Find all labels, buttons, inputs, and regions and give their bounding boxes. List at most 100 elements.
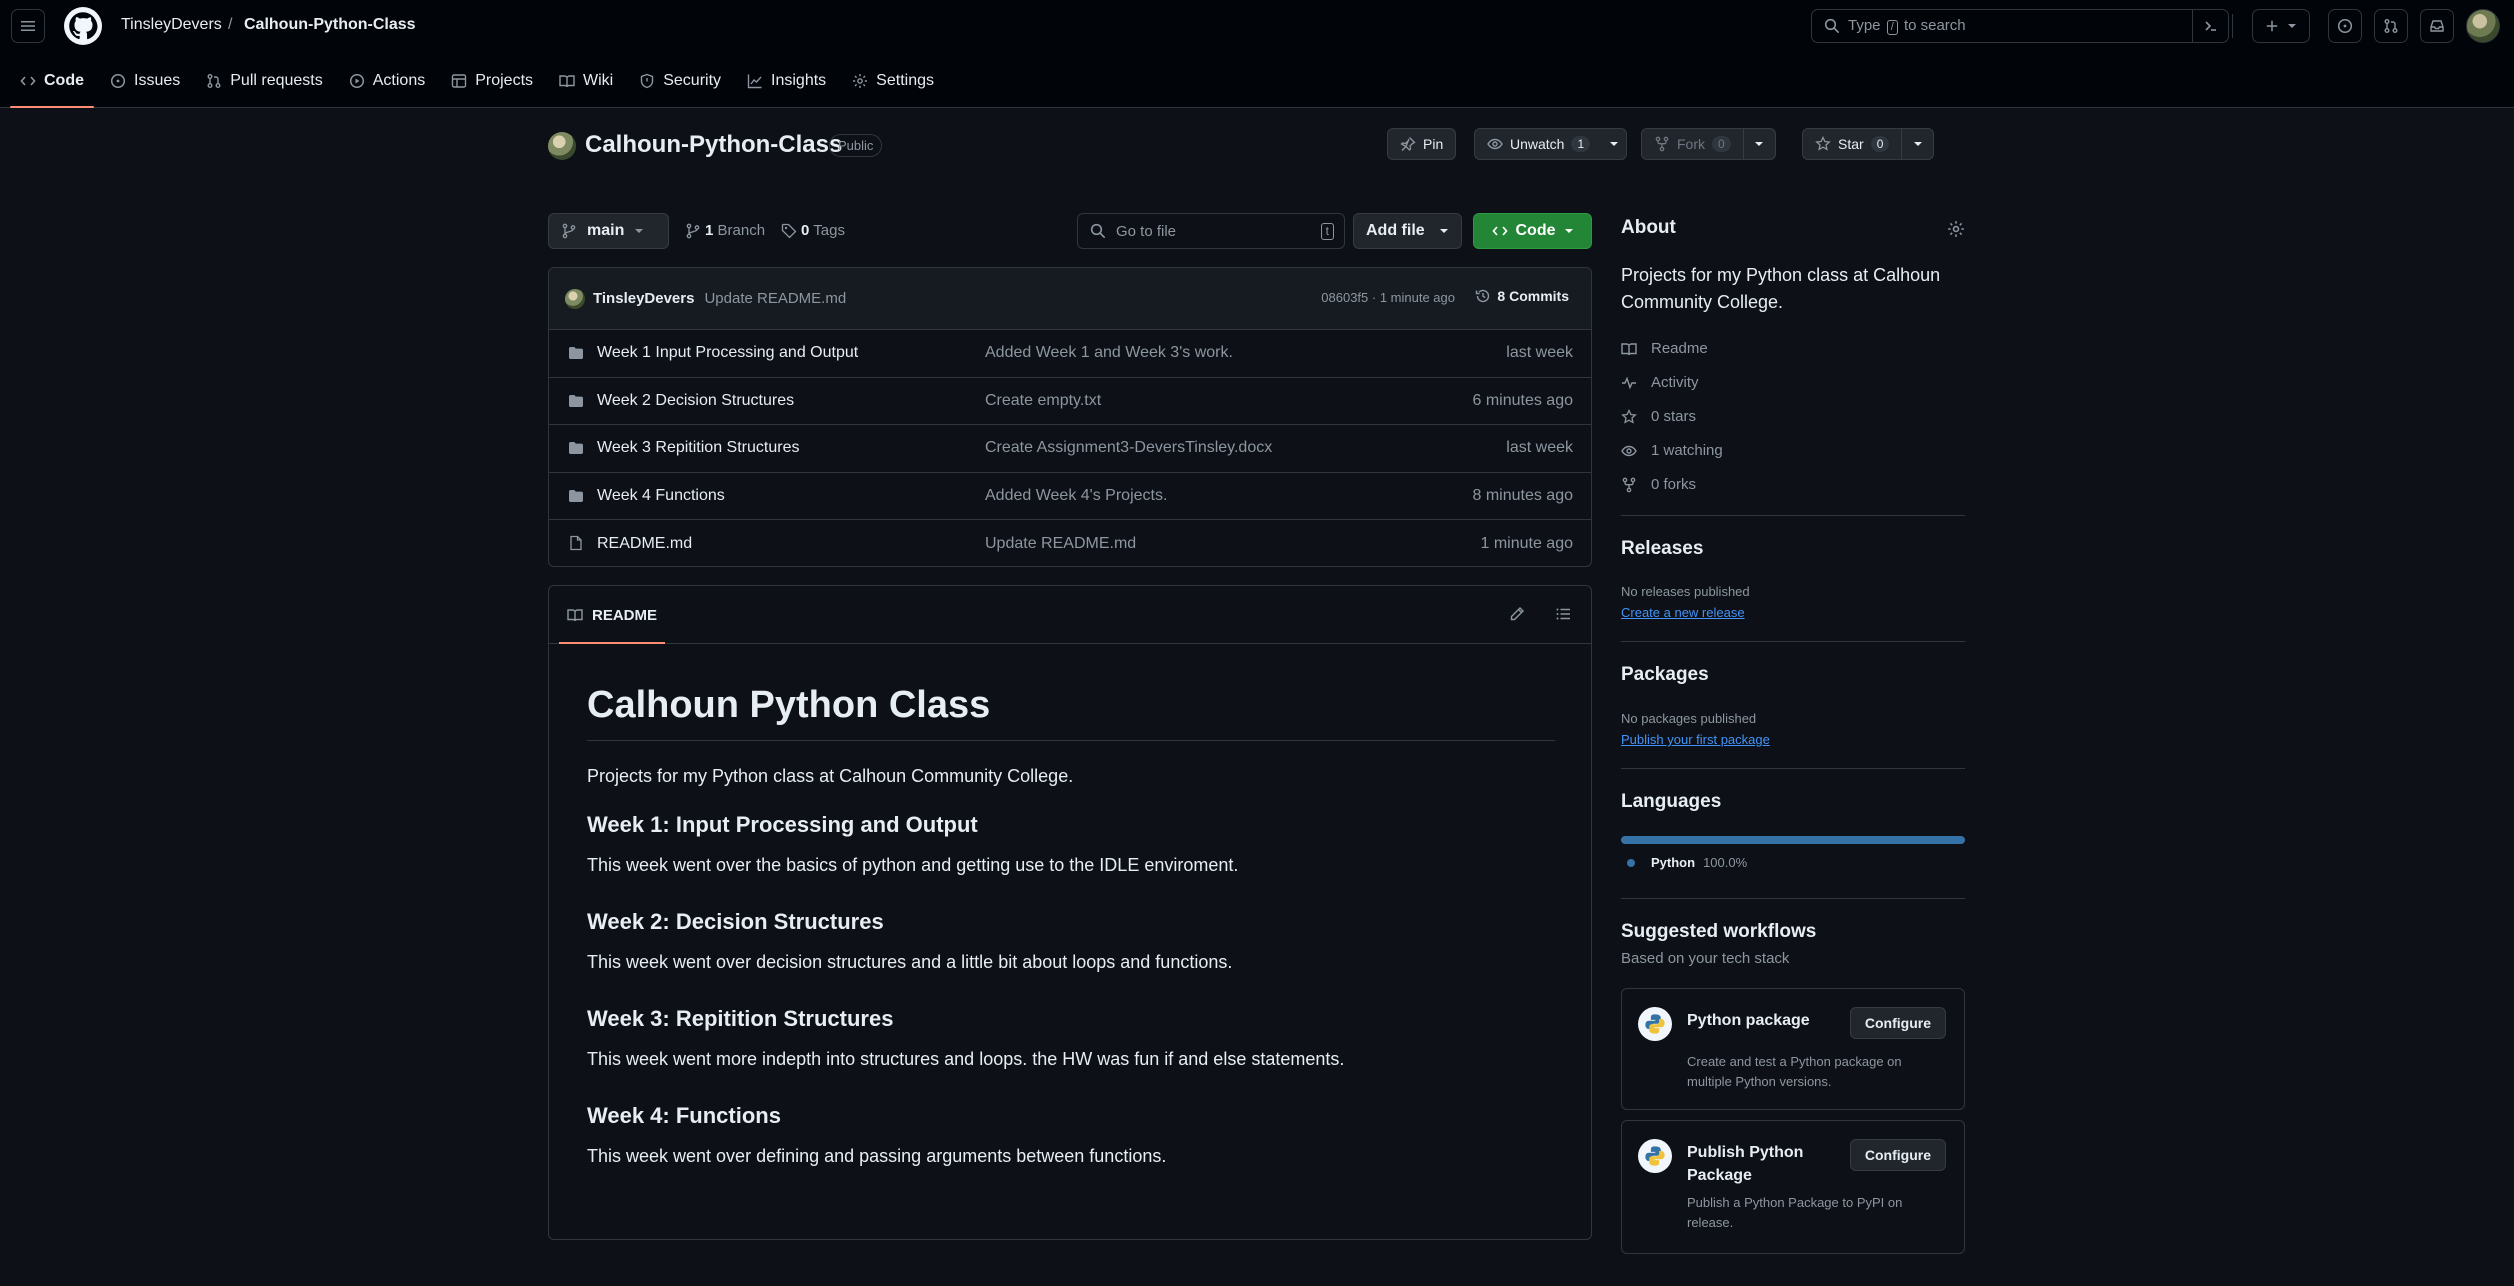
tab-pull-requests-label: Pull requests	[230, 72, 323, 89]
star-list-dropdown[interactable]	[1901, 129, 1933, 159]
file-name-link[interactable]: README.md	[597, 535, 692, 553]
pencil-icon[interactable]	[1509, 606, 1525, 622]
file-name-link[interactable]: Week 4 Functions	[597, 487, 725, 505]
fork-dropdown[interactable]	[1742, 129, 1775, 159]
readme-section-heading: Week 3: Repitition Structures	[587, 1006, 894, 1031]
file-row[interactable]: Week 3 Repitition Structures Create Assig…	[549, 425, 1591, 473]
packages-heading[interactable]: Packages	[1621, 664, 1709, 686]
breadcrumb-repo-link[interactable]: Calhoun-Python-Class	[244, 16, 416, 34]
commits-history-link[interactable]: 8 Commits	[1475, 288, 1569, 304]
readme-link[interactable]: Readme	[1621, 340, 1708, 357]
readme-header: README	[549, 586, 1591, 644]
chevron-down-icon	[1564, 229, 1573, 233]
tags-link[interactable]: 0 Tags	[801, 222, 845, 239]
create-release-link[interactable]: Create a new release	[1621, 605, 1745, 620]
go-to-file-input[interactable]: Go to file t	[1077, 213, 1345, 249]
activity-link[interactable]: Activity	[1621, 374, 1699, 391]
stars-link[interactable]: 0 stars	[1621, 408, 1696, 425]
repo-owner-avatar[interactable]	[548, 132, 576, 160]
file-row-icon	[568, 440, 584, 456]
star-button[interactable]: Star 0	[1802, 128, 1935, 160]
branches-link[interactable]: 1 Branch	[705, 222, 765, 239]
tab-settings[interactable]: Settings	[842, 62, 944, 100]
pin-icon	[1400, 137, 1416, 151]
inbox-icon	[2430, 20, 2444, 32]
issue-opened-icon	[2337, 18, 2353, 34]
git-branch-icon	[686, 223, 700, 238]
tab-actions[interactable]: Actions	[339, 62, 435, 100]
commit-hash-time[interactable]: 08603f5 · 1 minute ago	[1321, 290, 1455, 305]
fork-icon	[1655, 136, 1669, 152]
eye-icon	[1487, 138, 1503, 150]
language-legend-item[interactable]: Python 100.0%	[1627, 855, 1747, 870]
create-new-button[interactable]	[2252, 9, 2310, 43]
hamburger-menu-button[interactable]	[11, 9, 45, 43]
branch-selector[interactable]: main	[548, 213, 669, 249]
file-row[interactable]: Week 2 Decision Structures Create empty.t…	[549, 378, 1591, 426]
commit-author-avatar[interactable]	[565, 288, 585, 309]
eye-icon	[1621, 445, 1637, 456]
readme-section-body: This week went over defining and passing…	[587, 1146, 1167, 1166]
chevron-down-icon	[1439, 229, 1448, 233]
tab-security[interactable]: Security	[629, 62, 731, 100]
unwatch-button[interactable]: Unwatch 1	[1474, 128, 1628, 160]
file-commit-message[interactable]: Added Week 1 and Week 3's work.	[985, 344, 1233, 362]
pin-button[interactable]: Pin	[1387, 128, 1457, 160]
command-palette-button[interactable]	[2192, 10, 2228, 42]
inbox-button[interactable]	[2420, 9, 2454, 43]
gear-icon	[853, 74, 868, 88]
code-icon	[1491, 226, 1508, 236]
file-row-icon	[568, 345, 584, 361]
tab-projects[interactable]: Projects	[441, 62, 543, 100]
file-commit-message[interactable]: Create empty.txt	[985, 392, 1101, 410]
breadcrumb-owner-link[interactable]: TinsleyDevers	[121, 16, 222, 34]
code-clone-button[interactable]: Code	[1473, 213, 1592, 249]
publish-package-link[interactable]: Publish your first package	[1621, 732, 1770, 747]
file-row[interactable]: Week 4 Functions Added Week 4's Projects.…	[549, 473, 1591, 521]
pull-requests-button[interactable]	[2374, 9, 2408, 43]
tab-wiki[interactable]: Wiki	[549, 62, 623, 100]
repo-tabs: Code Issues Pull requests Actions Projec…	[10, 62, 950, 108]
file-row[interactable]: Week 1 Input Processing and Output Added …	[549, 330, 1591, 378]
commit-message[interactable]: Update README.md	[704, 290, 846, 307]
code-button-label: Code	[1515, 222, 1556, 239]
watch-dropdown[interactable]	[1602, 129, 1626, 159]
list-unordered-icon[interactable]	[1555, 606, 1571, 622]
tab-issues[interactable]: Issues	[100, 62, 190, 100]
github-logo-icon[interactable]	[64, 7, 102, 45]
global-search-input[interactable]: Type / to search	[1811, 9, 2229, 43]
commit-author[interactable]: TinsleyDevers	[593, 290, 694, 307]
tab-pull-requests[interactable]: Pull requests	[196, 62, 333, 100]
gear-icon[interactable]	[1947, 220, 1965, 238]
readme-title: Calhoun Python Class	[587, 682, 1555, 741]
add-file-button[interactable]: Add file	[1353, 213, 1462, 249]
file-row-icon	[568, 393, 584, 409]
file-name-link[interactable]: Week 1 Input Processing and Output	[597, 344, 858, 362]
latest-commit-bar: TinsleyDevers Update README.md 08603f5 ·…	[549, 268, 1591, 330]
watchers-link[interactable]: 1 watching	[1621, 442, 1723, 459]
file-commit-message[interactable]: Create Assignment3-DeversTinsley.docx	[985, 439, 1272, 457]
issues-button[interactable]	[2328, 9, 2362, 43]
file-commit-time: last week	[1506, 344, 1573, 362]
file-commit-message[interactable]: Added Week 4's Projects.	[985, 487, 1167, 505]
configure-button[interactable]: Configure	[1849, 1007, 1946, 1039]
forks-link[interactable]: 0 forks	[1621, 476, 1696, 493]
fork-button[interactable]: Fork 0	[1641, 128, 1776, 160]
visibility-badge: Public	[829, 134, 883, 157]
book-icon	[1621, 342, 1637, 355]
repo-title[interactable]: Calhoun-Python-Class	[585, 131, 842, 159]
star-counter: 0	[1870, 136, 1890, 152]
readme-section-body: This week went over the basics of python…	[587, 855, 1239, 875]
file-row[interactable]: README.md Update README.md 1 minute ago	[549, 520, 1591, 566]
tab-insights[interactable]: Insights	[737, 62, 836, 100]
user-avatar[interactable]	[2466, 9, 2500, 43]
readme-tab[interactable]: README	[559, 600, 666, 644]
releases-heading[interactable]: Releases	[1621, 538, 1703, 560]
file-name-link[interactable]: Week 2 Decision Structures	[597, 392, 794, 410]
tab-code[interactable]: Code	[10, 62, 94, 108]
file-name-link[interactable]: Week 3 Repitition Structures	[597, 439, 799, 457]
file-commit-message[interactable]: Update README.md	[985, 535, 1136, 553]
search-shortcut-key: /	[1886, 20, 1898, 35]
terminal-icon	[2204, 21, 2216, 31]
configure-button[interactable]: Configure	[1849, 1139, 1946, 1171]
